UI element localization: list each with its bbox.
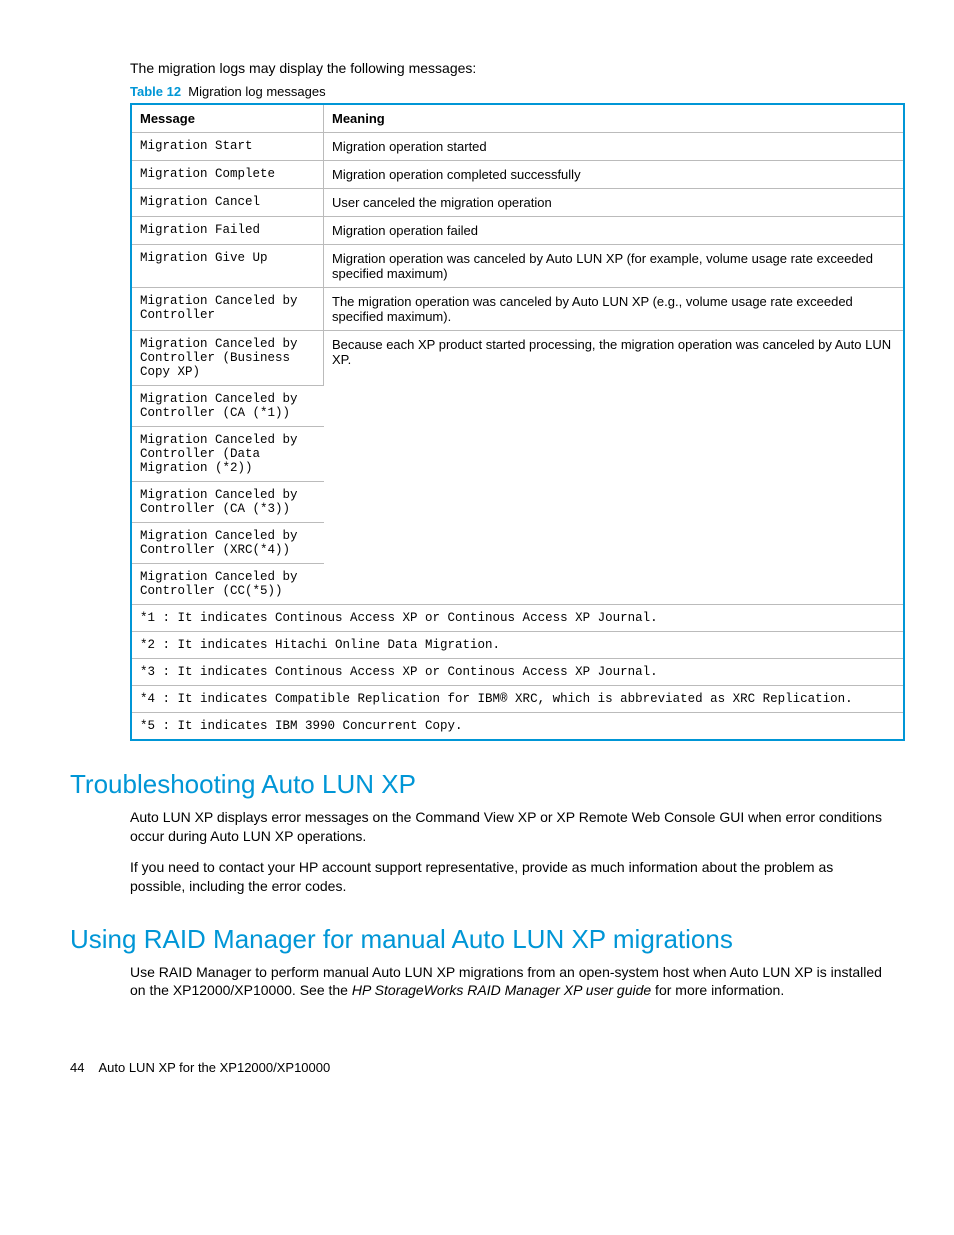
cell-message: Migration Cancel [131,189,324,217]
page-footer: 44 Auto LUN XP for the XP12000/XP10000 [70,1060,884,1075]
cell-meaning: Migration operation failed [324,217,905,245]
footnote-row: *1 : It indicates Continous Access XP or… [131,605,904,632]
page-number: 44 [70,1060,84,1075]
troubleshooting-p2: If you need to contact your HP account s… [130,858,884,896]
footer-title: Auto LUN XP for the XP12000/XP10000 [98,1060,330,1075]
cell-meaning: Migration operation completed successful… [324,161,905,189]
cell-message: Migration Complete [131,161,324,189]
cell-meaning: Because each XP product started processi… [324,331,905,605]
intro-text: The migration logs may display the follo… [130,60,884,76]
footnote: *2 : It indicates Hitachi Online Data Mi… [131,632,904,659]
cell-message: Migration Canceled by Controller (CC(*5)… [131,564,324,605]
table-row: Migration StartMigration operation start… [131,133,904,161]
table-row: Migration Canceled by Controller (Busine… [131,331,904,386]
col-meaning: Meaning [324,104,905,133]
cell-message: Migration Start [131,133,324,161]
cell-meaning: Migration operation was canceled by Auto… [324,245,905,288]
footnote: *5 : It indicates IBM 3990 Concurrent Co… [131,713,904,741]
footnote: *3 : It indicates Continous Access XP or… [131,659,904,686]
table-row: Migration CompleteMigration operation co… [131,161,904,189]
cell-message: Migration Canceled by Controller (CA (*3… [131,482,324,523]
table-row: Migration CancelUser canceled the migrat… [131,189,904,217]
raid-p1-ital: HP StorageWorks RAID Manager XP user gui… [352,982,651,998]
heading-troubleshooting: Troubleshooting Auto LUN XP [70,769,884,800]
raid-p1-b: for more information. [651,982,784,998]
cell-message: Migration Canceled by Controller [131,288,324,331]
table-caption-text: Migration log messages [188,84,325,99]
footnote-row: *5 : It indicates IBM 3990 Concurrent Co… [131,713,904,741]
troubleshooting-p1: Auto LUN XP displays error messages on t… [130,808,884,846]
heading-raid-manager: Using RAID Manager for manual Auto LUN X… [70,924,884,955]
cell-message: Migration Canceled by Controller (XRC(*4… [131,523,324,564]
migration-log-table: Message Meaning Migration StartMigration… [130,103,905,741]
footnote: *1 : It indicates Continous Access XP or… [131,605,904,632]
cell-message: Migration Give Up [131,245,324,288]
footnote-row: *3 : It indicates Continous Access XP or… [131,659,904,686]
footnote-row: *4 : It indicates Compatible Replication… [131,686,904,713]
table-row: Migration Canceled by ControllerThe migr… [131,288,904,331]
cell-meaning: The migration operation was canceled by … [324,288,905,331]
cell-message: Migration Failed [131,217,324,245]
cell-message: Migration Canceled by Controller (CA (*1… [131,386,324,427]
cell-message: Migration Canceled by Controller (Data M… [131,427,324,482]
col-message: Message [131,104,324,133]
cell-meaning: Migration operation started [324,133,905,161]
cell-meaning: User canceled the migration operation [324,189,905,217]
footnote-row: *2 : It indicates Hitachi Online Data Mi… [131,632,904,659]
table-header-row: Message Meaning [131,104,904,133]
footnote: *4 : It indicates Compatible Replication… [131,686,904,713]
raid-p1: Use RAID Manager to perform manual Auto … [130,963,884,1001]
table-row: Migration Give UpMigration operation was… [131,245,904,288]
table-row: Migration FailedMigration operation fail… [131,217,904,245]
table-caption: Table 12 Migration log messages [130,84,884,99]
table-number: Table 12 [130,84,181,99]
cell-message: Migration Canceled by Controller (Busine… [131,331,324,386]
